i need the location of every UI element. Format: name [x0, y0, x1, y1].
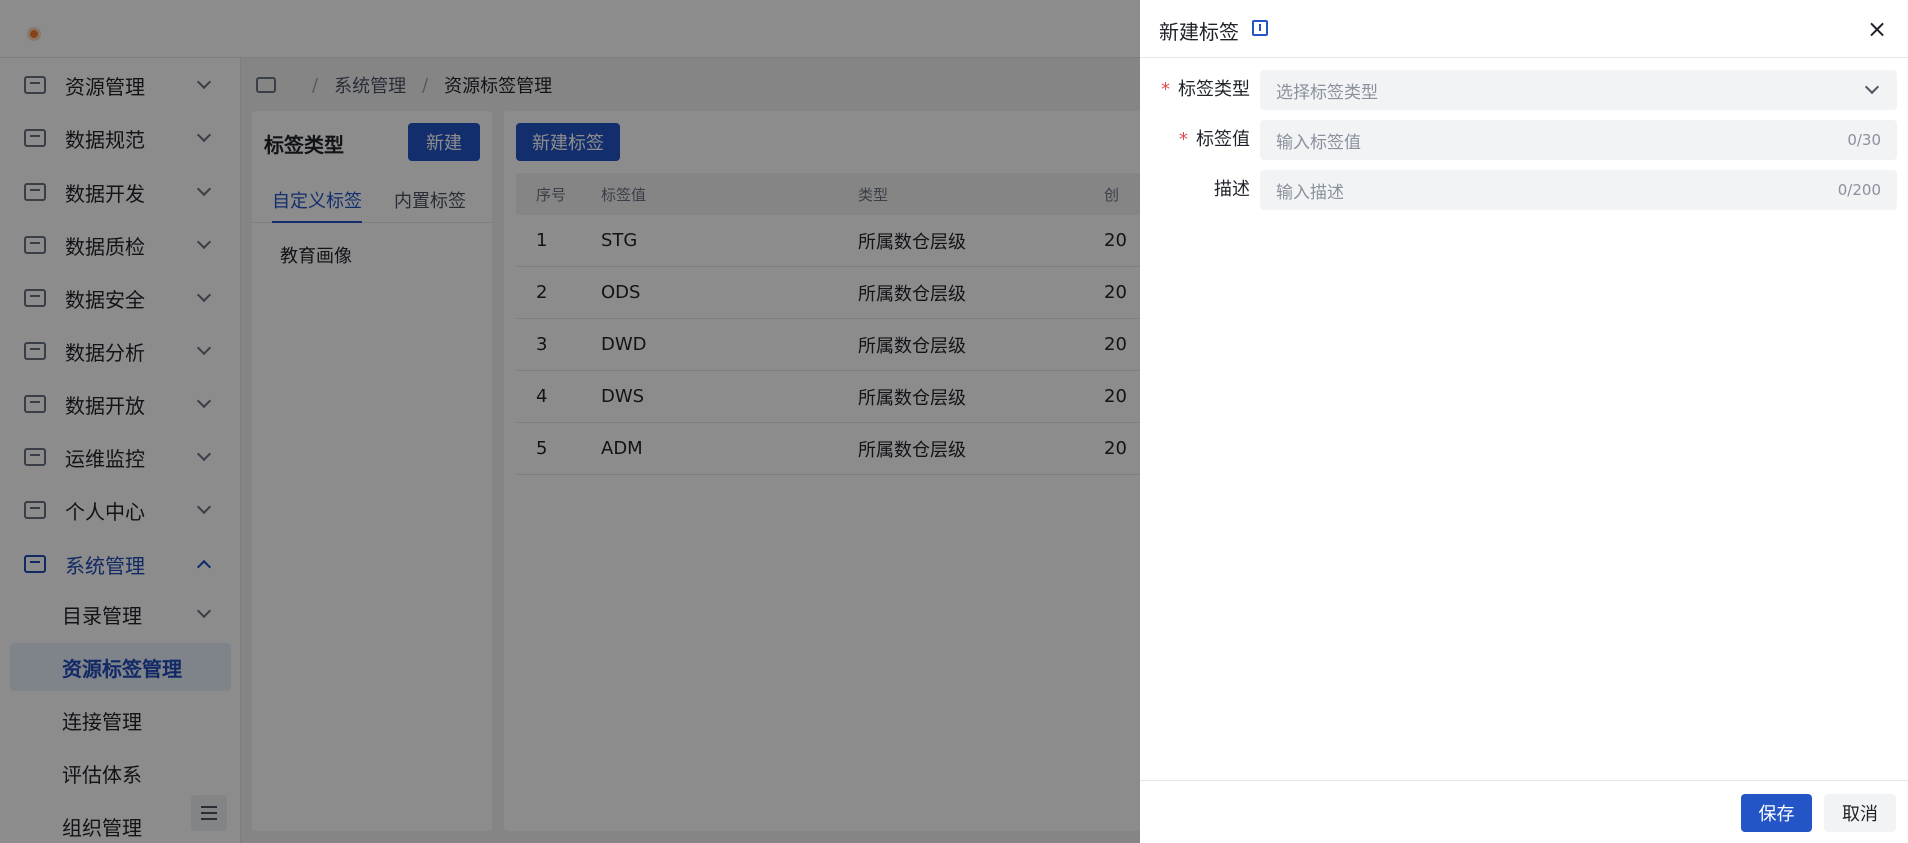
description-input[interactable]: 输入描述 0/200 — [1260, 170, 1897, 210]
char-counter: 0/30 — [1847, 131, 1881, 149]
select-placeholder: 选择标签类型 — [1276, 82, 1378, 103]
chevron-down-icon — [1864, 79, 1880, 95]
tag-value-label: * 标签值 — [1179, 129, 1250, 150]
description-label: 描述 — [1214, 179, 1250, 200]
form-row-tag-value: * 标签值 输入标签值 0/30 — [1140, 120, 1908, 160]
drawer-header: 新建标签 × — [1140, 0, 1908, 58]
drawer-title: 新建标签 — [1159, 20, 1239, 44]
cancel-button[interactable]: 取消 — [1824, 794, 1896, 832]
form-row-description: 描述 输入描述 0/200 — [1140, 170, 1908, 210]
close-icon[interactable]: × — [1864, 16, 1890, 42]
tag-type-select[interactable]: 选择标签类型 — [1260, 70, 1897, 110]
input-placeholder: 输入标签值 — [1276, 132, 1361, 153]
char-counter: 0/200 — [1837, 181, 1881, 199]
tag-type-label: * 标签类型 — [1161, 79, 1250, 100]
info-book-icon[interactable] — [1252, 20, 1268, 36]
new-tag-drawer: 新建标签 × * 标签类型 选择标签类型 * 标签值 输入标签值 0/30 描述 输… — [1140, 0, 1908, 843]
drawer-footer: 保存 取消 — [1140, 780, 1908, 843]
save-button[interactable]: 保存 — [1741, 794, 1812, 832]
input-placeholder: 输入描述 — [1276, 182, 1344, 203]
tag-value-input[interactable]: 输入标签值 0/30 — [1260, 120, 1897, 160]
form-row-tag-type: * 标签类型 选择标签类型 — [1140, 70, 1908, 110]
